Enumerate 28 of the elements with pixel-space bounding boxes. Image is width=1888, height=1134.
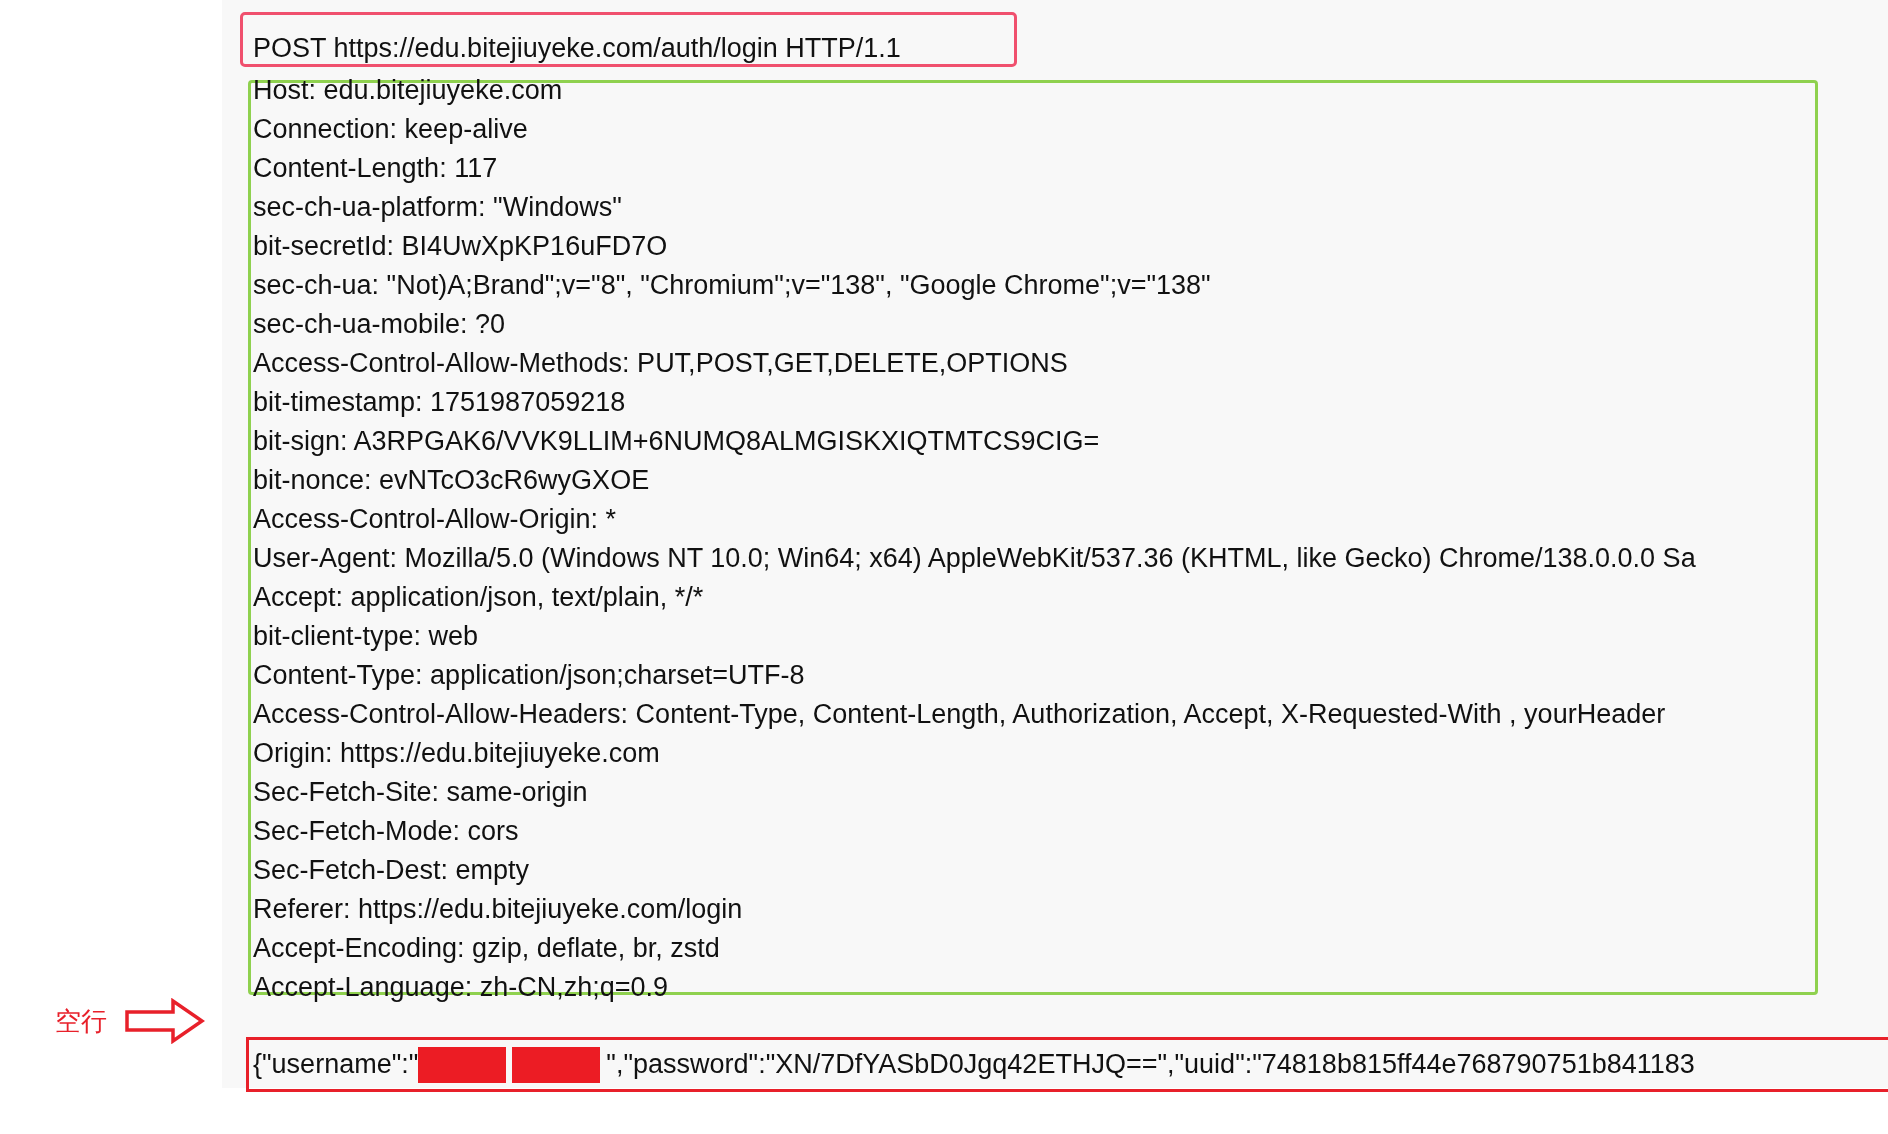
body-text: {"username":" — [253, 1048, 419, 1081]
header-line: Origin: https://edu.bitejiuyeke.com — [253, 737, 661, 770]
arrow-icon — [125, 998, 205, 1044]
annotation-label: 空行 — [55, 1004, 107, 1038]
header-line: Access-Control-Allow-Headers: Content-Type, Content-Length, Authorization, Accept, X-Requested-With , yourHeader — [253, 698, 1667, 731]
request-line: POST https://edu.bitejiuyeke.com/auth/login HTTP/1.1 — [253, 32, 901, 64]
header-line: bit-secretId: BI4UwXpKP16uFD7O — [253, 230, 669, 263]
header-line: Host: edu.bitejiuyeke.com — [253, 74, 564, 107]
header-line: Sec-Fetch-Dest: empty — [253, 854, 531, 887]
header-line: Access-Control-Allow-Origin: * — [253, 503, 618, 536]
header-line: sec-ch-ua-mobile: ?0 — [253, 308, 507, 341]
header-line: Referer: https://edu.bitejiuyeke.com/login — [253, 893, 744, 926]
header-line: bit-client-type: web — [253, 620, 480, 653]
header-line: Connection: keep-alive — [253, 113, 529, 146]
header-line: Accept-Encoding: gzip, deflate, br, zstd — [253, 932, 721, 965]
header-line: Sec-Fetch-Mode: cors — [253, 815, 520, 848]
header-line: User-Agent: Mozilla/5.0 (Windows NT 10.0; Win64; x64) AppleWebKit/537.36 (KHTML, like Gecko) Chrome/138.0.0.0 Sa — [253, 542, 1697, 575]
header-line: Sec-Fetch-Site: same-origin — [253, 776, 589, 809]
header-line: bit-sign: A3RPGAK6/VVK9LLIM+6NUMQ8ALMGISKXIQTMTCS9CIG= — [253, 425, 1101, 458]
header-line: Access-Control-Allow-Methods: PUT,POST,GET,DELETE,OPTIONS — [253, 347, 1069, 380]
header-line: bit-nonce: evNTcO3cR6wyGXOE — [253, 464, 651, 497]
header-line: Accept: application/json, text/plain, */* — [253, 581, 705, 614]
header-line: sec-ch-ua-platform: "Windows" — [253, 191, 623, 224]
body-text: ","password":"XN/7DfYASbD0Jgq42ETHJQ==","uuid":"74818b815ff44e768790751b841183 — [606, 1048, 1695, 1081]
header-line: Content-Type: application/json;charset=UTF-8 — [253, 659, 806, 692]
header-line: Content-Length: 117 — [253, 152, 499, 185]
header-line: bit-timestamp: 1751987059218 — [253, 386, 627, 419]
header-line: sec-ch-ua: "Not)A;Brand";v="8", "Chromium";v="138", "Google Chrome";v="138" — [253, 269, 1212, 302]
